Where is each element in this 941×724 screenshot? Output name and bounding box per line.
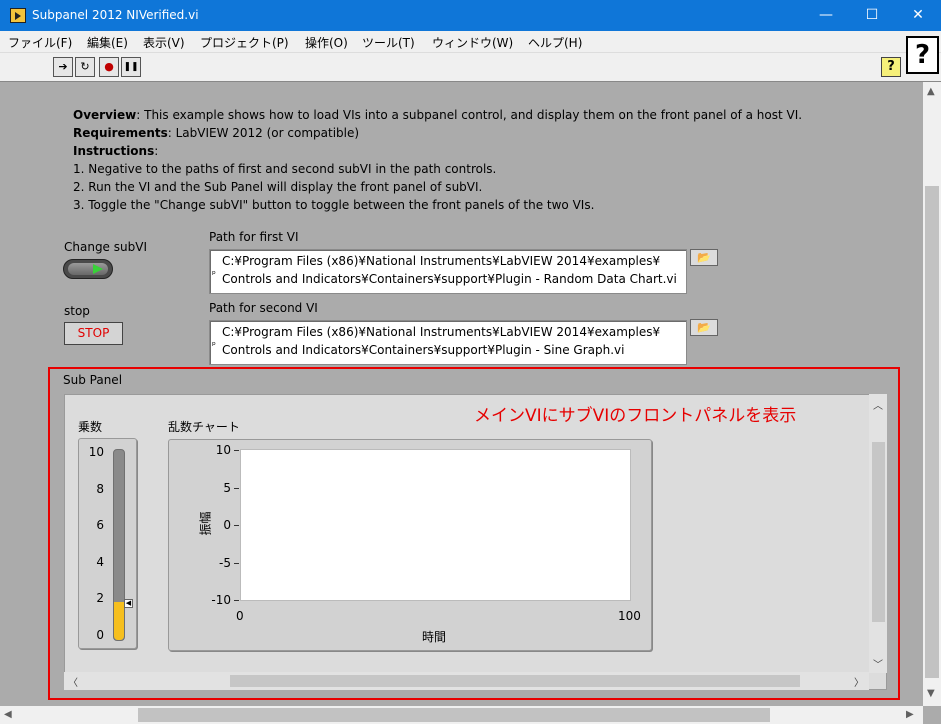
window-title: Subpanel 2012 NIVerified.vi [32, 8, 199, 22]
scroll-down-arrow-icon[interactable]: ▼ [927, 688, 935, 699]
y-tick-label: 5 [223, 481, 231, 495]
subpanel-label: Sub Panel [63, 373, 123, 387]
context-help-icon[interactable]: ? [881, 57, 901, 77]
scroll-left-arrow-icon[interactable]: ◀ [4, 709, 12, 720]
title-bar: Subpanel 2012 NIVerified.vi — ☐ ✕ [0, 0, 941, 31]
toggle-lamp [68, 263, 108, 275]
run-arrow-icon[interactable]: ➔ [53, 57, 73, 77]
y-tick-mark [234, 563, 239, 564]
y-tick-label: 0 [223, 518, 231, 532]
tank-value-marker-icon[interactable]: ◀ [124, 599, 133, 608]
path-icon: ᵖ [212, 341, 216, 351]
path1-label: Path for first VI [209, 230, 299, 244]
menu-window[interactable]: ウィンドウ(W) [432, 34, 513, 51]
scrollbar-thumb[interactable] [872, 442, 885, 622]
front-panel-horizontal-scrollbar[interactable]: ◀ ▶ [0, 706, 923, 724]
subpanel-horizontal-scrollbar[interactable]: 〈 〉 [64, 672, 869, 690]
y-tick-mark [234, 488, 239, 489]
y-tick-mark [234, 600, 239, 601]
menu-file[interactable]: ファイル(F) [8, 34, 72, 51]
instruction-step: 1. Negative to the paths of first and se… [73, 162, 497, 176]
toolbar: ➔ ↻ ● ❚❚ ? [0, 53, 941, 82]
tank-label: 乗数 [78, 420, 103, 434]
tank-tick: 2 [96, 591, 104, 605]
path2-label: Path for second VI [209, 301, 318, 315]
menu-edit[interactable]: 編集(E) [87, 34, 128, 51]
menu-operate[interactable]: 操作(O) [305, 34, 348, 51]
subpanel-annotation: メインVIにサブVIのフロントパネルを表示 [474, 406, 797, 426]
close-button[interactable]: ✕ [895, 0, 941, 31]
instruction-step: 2. Run the VI and the Sub Panel will dis… [73, 180, 483, 194]
stop-button[interactable]: STOP [64, 322, 123, 345]
menu-view[interactable]: 表示(V) [143, 34, 185, 51]
tank-tick: 6 [96, 518, 104, 532]
y-tick-label: -5 [219, 556, 231, 570]
scrollbar-thumb[interactable] [138, 708, 770, 722]
abort-icon[interactable]: ● [99, 57, 119, 77]
description-text: Overview: This example shows how to load… [73, 106, 802, 214]
menu-bar: ファイル(F) 編集(E) 表示(V) プロジェクト(P) 操作(O) ツール(… [0, 31, 941, 53]
x-tick-label: 0 [236, 609, 244, 623]
scroll-down-arrow-icon[interactable]: ﹀ [873, 656, 883, 671]
path1-line1: C:¥Program Files (x86)¥National Instrume… [222, 254, 661, 268]
path2-input[interactable]: ᵖ C:¥Program Files (x86)¥National Instru… [209, 320, 687, 365]
pause-icon[interactable]: ❚❚ [121, 57, 141, 77]
instruction-step: 3. Toggle the "Change subVI" button to t… [73, 198, 595, 212]
browse-folder-icon[interactable]: 📂 [690, 319, 718, 336]
scroll-up-arrow-icon[interactable]: ︿ [873, 397, 883, 412]
run-continuously-icon[interactable]: ↻ [75, 57, 95, 77]
y-tick-label: 10 [215, 443, 231, 457]
subpanel-vertical-scrollbar[interactable]: ︿ ﹀ [869, 394, 887, 673]
minimize-button[interactable]: — [803, 0, 849, 31]
labview-vi-icon [10, 8, 26, 23]
path1-line2: Controls and Indicators¥Containers¥suppo… [222, 272, 677, 286]
stop-label: stop [64, 304, 90, 318]
scroll-right-arrow-icon[interactable]: ▶ [906, 709, 914, 720]
chart-x-axis-title: 時間 [422, 630, 447, 644]
help-icon[interactable]: ? [906, 36, 939, 74]
path2-line1: C:¥Program Files (x86)¥National Instrume… [222, 325, 661, 339]
tank-frame [78, 438, 137, 649]
y-tick-mark [234, 450, 239, 451]
path-icon: ᵖ [212, 270, 216, 280]
overview-line: Overview: This example shows how to load… [73, 108, 803, 122]
path1-input[interactable]: ᵖ C:¥Program Files (x86)¥National Instru… [209, 249, 687, 294]
tank-tick: 4 [96, 555, 104, 569]
scrollbar-thumb[interactable] [925, 186, 939, 678]
requirements-line: Requirements: LabVIEW 2012 (or compatibl… [73, 126, 360, 140]
tank-fill [114, 602, 124, 640]
scroll-up-arrow-icon[interactable]: ▲ [927, 86, 935, 97]
change-subvi-toggle[interactable] [63, 259, 113, 279]
maximize-button[interactable]: ☐ [849, 0, 895, 31]
tank-indicator[interactable] [113, 449, 125, 641]
menu-project[interactable]: プロジェクト(P) [200, 34, 289, 51]
browse-folder-icon[interactable]: 📂 [690, 249, 718, 266]
path2-line2: Controls and Indicators¥Containers¥suppo… [222, 343, 625, 357]
tank-tick: 0 [96, 628, 104, 642]
instructions-heading: Instructions: [73, 144, 159, 158]
front-panel-vertical-scrollbar[interactable]: ▲ ▼ [923, 82, 941, 706]
scroll-right-arrow-icon[interactable]: 〉 [854, 674, 864, 689]
menu-tools[interactable]: ツール(T) [362, 34, 415, 51]
scroll-left-arrow-icon[interactable]: 〈 [68, 674, 78, 689]
x-tick-label: 100 [618, 609, 641, 623]
tank-tick: 10 [88, 445, 104, 459]
change-subvi-label: Change subVI [64, 240, 147, 254]
y-tick-mark [234, 525, 239, 526]
y-tick-label: -10 [211, 593, 231, 607]
chart-plot-area[interactable] [240, 449, 631, 601]
tank-tick: 8 [96, 482, 104, 496]
menu-help[interactable]: ヘルプ(H) [528, 34, 582, 51]
chart-label: 乱数チャート [168, 420, 240, 434]
scrollbar-thumb[interactable] [230, 675, 800, 687]
